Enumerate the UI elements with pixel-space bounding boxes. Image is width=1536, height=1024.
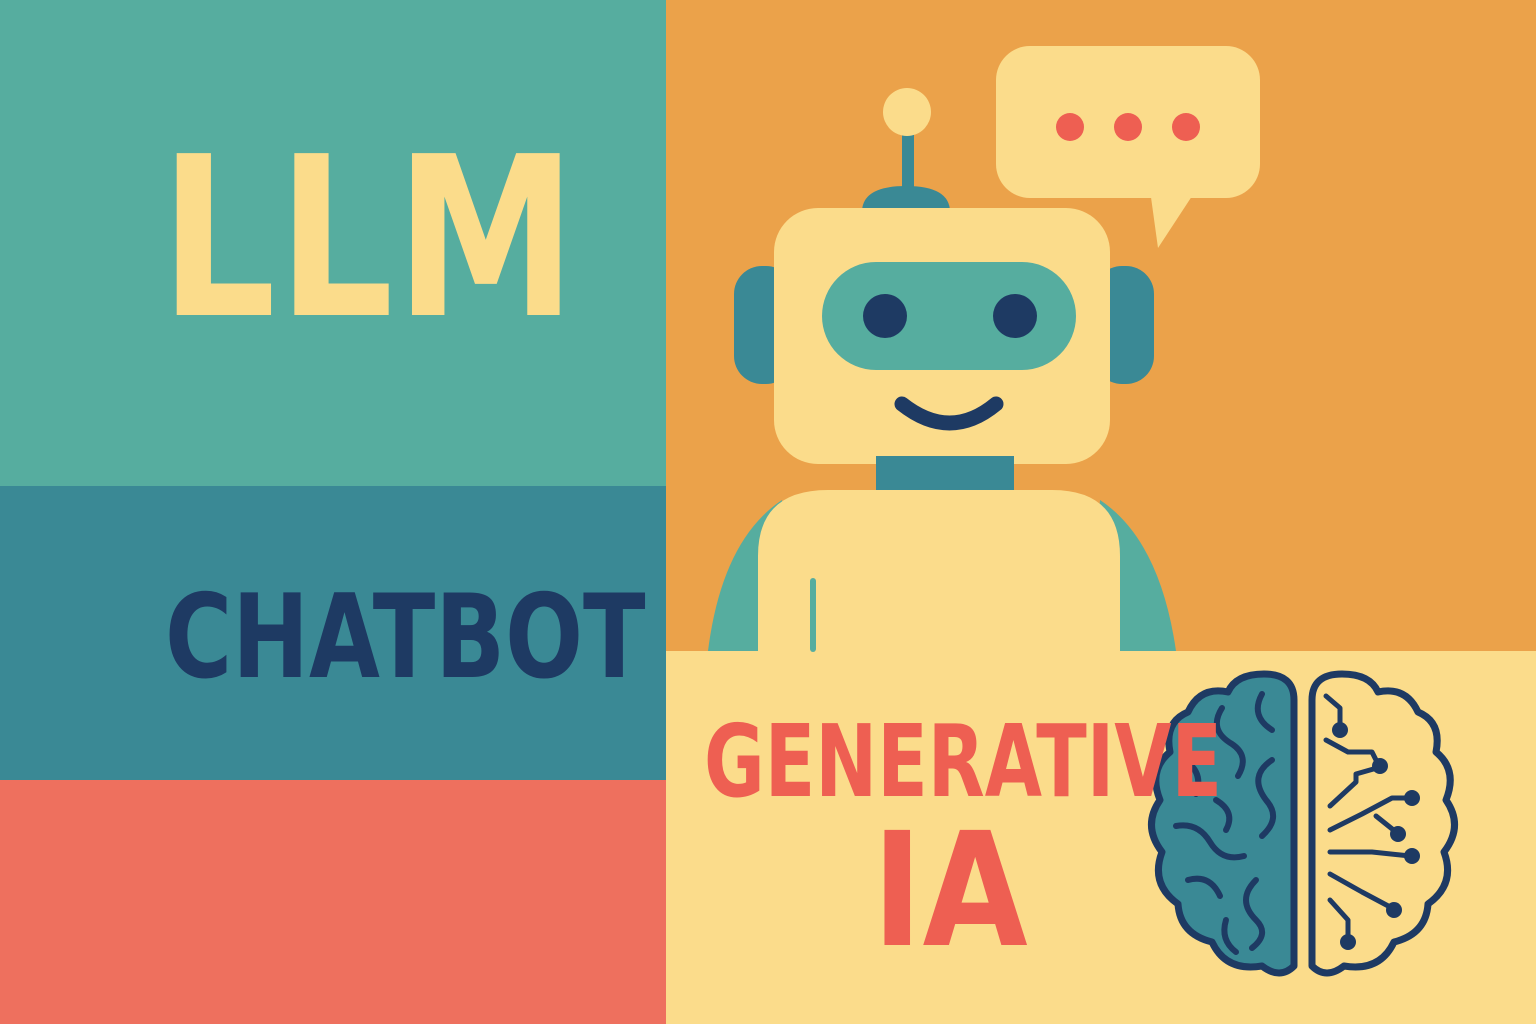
llm-heading: LLM — [160, 110, 579, 368]
generative-heading: GENERATIVE — [704, 703, 1223, 820]
ia-heading: IA — [872, 799, 1028, 983]
chatbot-heading: CHATBOT — [165, 570, 646, 705]
poster-canvas: LLM CHATBOT GENERATIVE IA — [0, 0, 1536, 1024]
